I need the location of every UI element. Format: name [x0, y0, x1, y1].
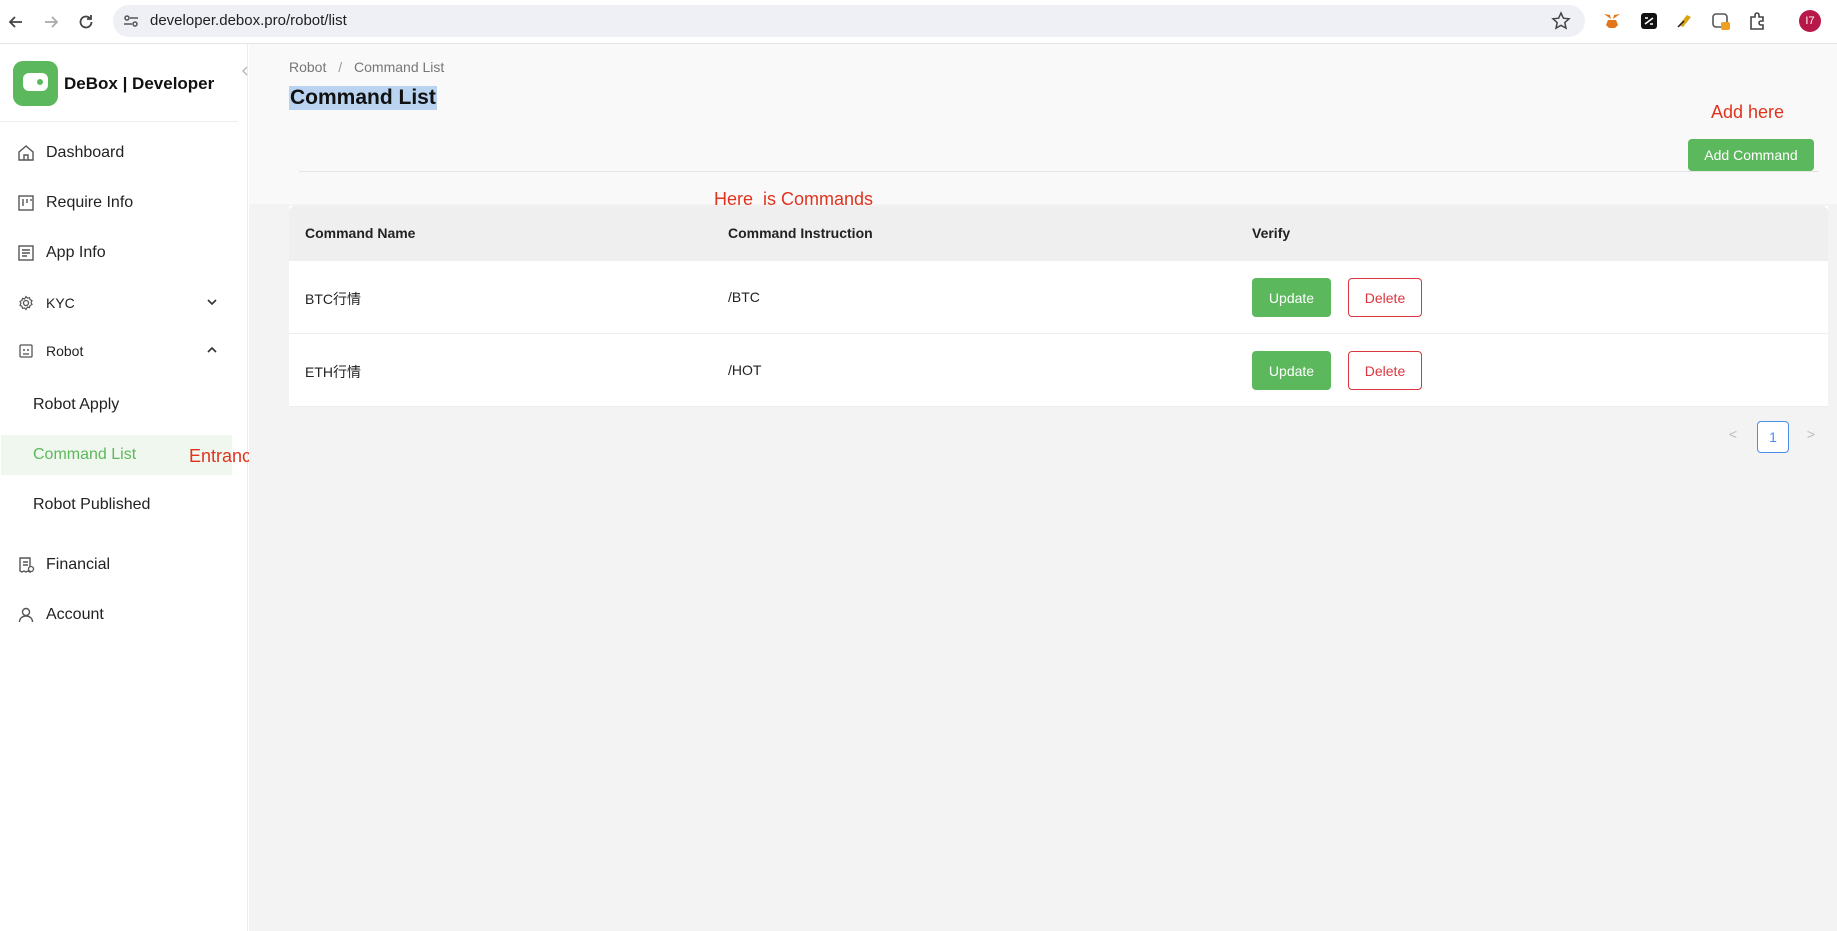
- receipt-icon: [16, 555, 36, 575]
- forward-icon[interactable]: [39, 10, 63, 34]
- gear-icon: [16, 293, 36, 313]
- sidebar-item-require-info[interactable]: Require Info: [0, 180, 238, 226]
- robot-icon: [16, 341, 36, 361]
- site-settings-icon[interactable]: [123, 13, 139, 29]
- pagination-page-current[interactable]: 1: [1757, 421, 1789, 453]
- column-header-verify: Verify: [1252, 225, 1291, 241]
- address-bar[interactable]: developer.debox.pro/robot/list: [113, 5, 1585, 37]
- command-instruction-cell: /HOT: [728, 362, 762, 378]
- list-icon: [16, 243, 36, 263]
- commands-table: Command Name Command Instruction Verify …: [289, 206, 1828, 407]
- column-header-command-instruction: Command Instruction: [728, 225, 873, 241]
- board-icon: [16, 193, 36, 213]
- submenu-item-label: Command List: [33, 446, 137, 463]
- table-header: Command Name Command Instruction Verify: [289, 206, 1828, 261]
- submenu-item-robot-apply[interactable]: Robot Apply: [1, 385, 232, 425]
- sidebar-item-label: Account: [46, 606, 104, 623]
- back-icon[interactable]: [4, 10, 28, 34]
- sidebar: DeBox | Developer Dashboard Require Info…: [0, 44, 248, 931]
- command-instruction-cell: /BTC: [728, 289, 760, 305]
- home-icon: [16, 143, 36, 163]
- sidebar-divider: [0, 121, 238, 122]
- table-row: ETH行情 /HOT Update Delete: [289, 334, 1828, 407]
- profile-avatar[interactable]: I7: [1799, 10, 1821, 32]
- page-header: Robot / Command List Command List Add Co…: [249, 44, 1837, 204]
- sidebar-item-financial[interactable]: Financial: [0, 542, 238, 588]
- extension-icon-dark[interactable]: [1638, 10, 1660, 32]
- sidebar-item-label: Financial: [46, 556, 111, 573]
- submenu-item-robot-published[interactable]: Robot Published: [1, 485, 232, 525]
- bookmark-star-icon[interactable]: [1551, 11, 1571, 31]
- url-text: developer.debox.pro/robot/list: [150, 12, 347, 29]
- extensions-puzzle-icon[interactable]: [1746, 10, 1768, 32]
- column-header-command-name: Command Name: [305, 225, 416, 241]
- main-content: Robot / Command List Command List Add Co…: [249, 44, 1837, 931]
- submenu-item-label: Robot Apply: [33, 396, 120, 413]
- breadcrumb-item-robot[interactable]: Robot: [289, 59, 326, 75]
- command-name-cell: ETH行情: [305, 364, 361, 380]
- breadcrumb-item-command-list: Command List: [354, 59, 445, 75]
- header-divider: [299, 171, 1819, 172]
- sidebar-item-label: Robot: [46, 343, 84, 359]
- extension-icon-gold[interactable]: [1674, 10, 1696, 32]
- debox-logo-icon: [13, 61, 58, 106]
- pagination-next[interactable]: >: [1801, 424, 1821, 444]
- sidebar-item-label: Dashboard: [46, 144, 125, 161]
- sidebar-item-robot[interactable]: Robot: [0, 328, 238, 374]
- metamask-extension-icon[interactable]: [1601, 10, 1623, 32]
- chevron-down-icon: [206, 295, 220, 309]
- sidebar-item-label: KYC: [46, 295, 75, 311]
- update-button[interactable]: Update: [1252, 278, 1331, 317]
- sidebar-item-label: App Info: [46, 244, 106, 261]
- submenu-item-label: Robot Published: [33, 496, 151, 513]
- sidebar-item-label: Require Info: [46, 194, 134, 211]
- annotation-add-here: Add here: [1711, 102, 1785, 122]
- command-name-cell: BTC行情: [305, 291, 361, 307]
- sidebar-item-app-info[interactable]: App Info: [0, 230, 238, 276]
- extension-icon-badge[interactable]: [1710, 10, 1732, 32]
- table-row: BTC行情 /BTC Update Delete: [289, 261, 1828, 334]
- pagination-prev[interactable]: <: [1723, 424, 1743, 444]
- update-button[interactable]: Update: [1252, 351, 1331, 390]
- add-command-button[interactable]: Add Command: [1688, 139, 1814, 171]
- sidebar-item-kyc[interactable]: KYC: [0, 280, 238, 326]
- browser-toolbar: developer.debox.pro/robot/list I7: [0, 0, 1837, 44]
- chevron-up-icon: [206, 343, 220, 357]
- brand-title: DeBox | Developer: [64, 74, 215, 93]
- sidebar-item-account[interactable]: Account: [0, 592, 238, 638]
- reload-icon[interactable]: [74, 10, 98, 34]
- delete-button[interactable]: Delete: [1348, 351, 1422, 390]
- page-title: Command List: [289, 86, 437, 110]
- user-icon: [16, 605, 36, 625]
- delete-button[interactable]: Delete: [1348, 278, 1422, 317]
- breadcrumb-separator: /: [338, 59, 343, 75]
- breadcrumb: Robot / Command List: [289, 59, 444, 75]
- sidebar-item-dashboard[interactable]: Dashboard: [0, 130, 238, 176]
